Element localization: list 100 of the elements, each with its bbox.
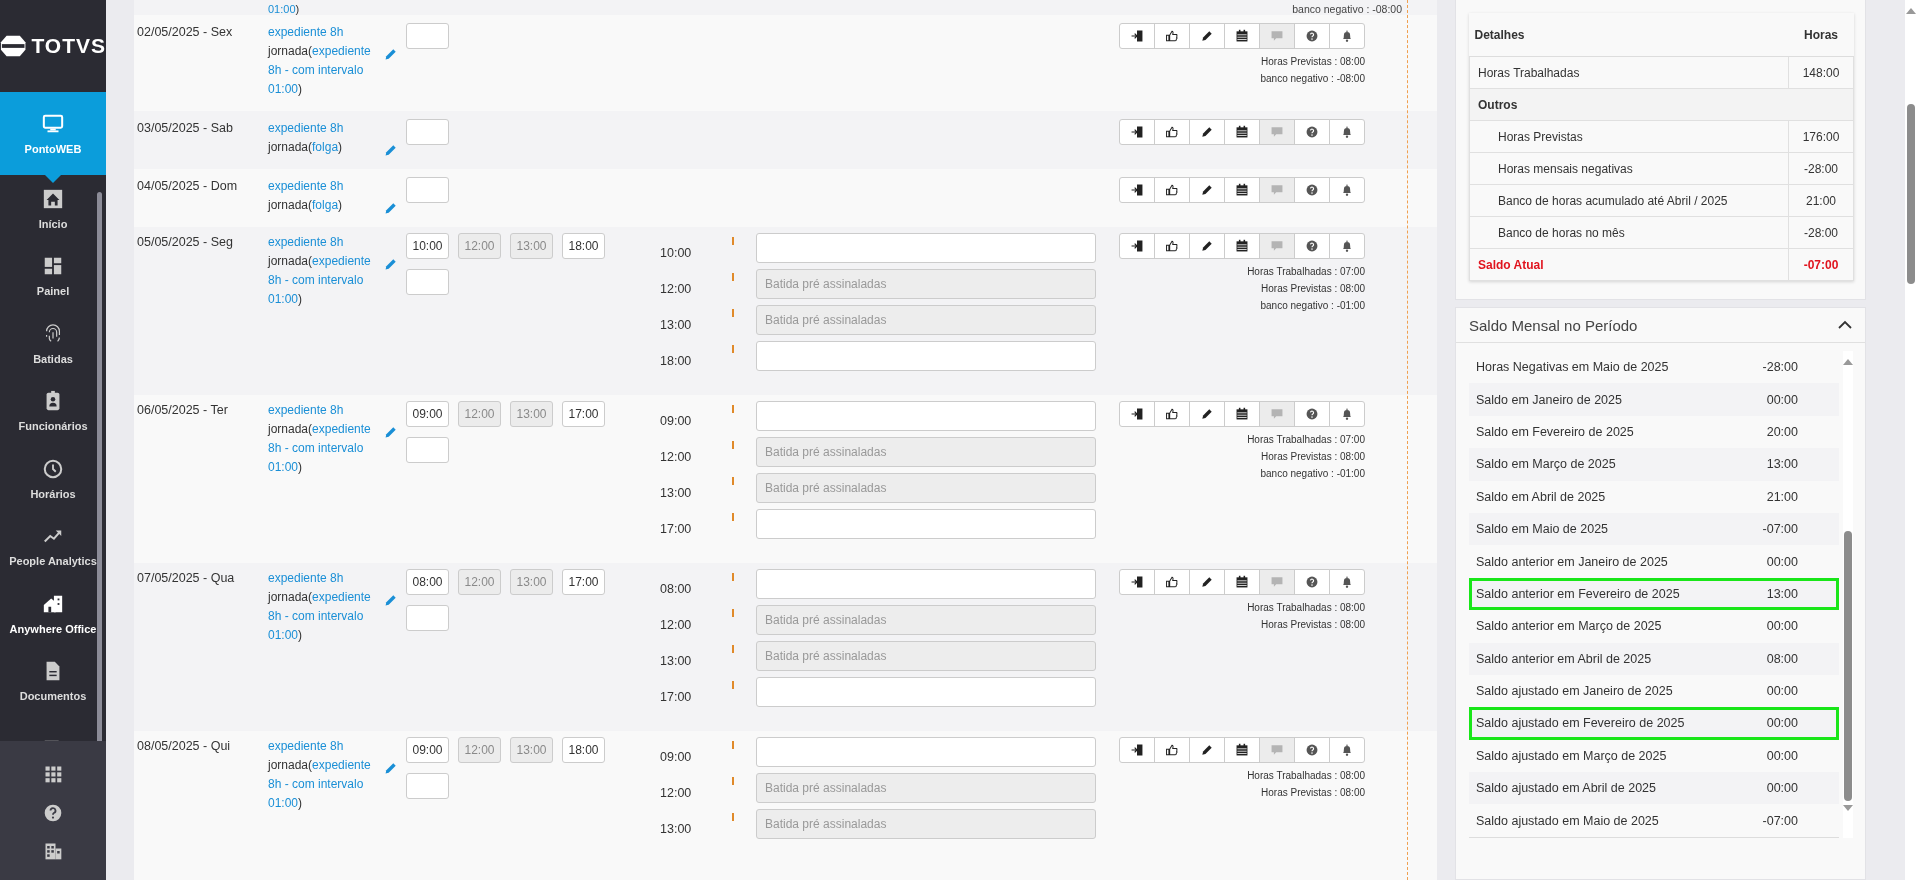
action-button[interactable]	[1189, 737, 1225, 763]
nav-item[interactable]: Painel	[0, 242, 106, 310]
time-field[interactable]	[406, 177, 449, 203]
chevron-up-icon[interactable]	[1838, 320, 1852, 330]
hours-summary: Horas Previstas : 08:00	[1261, 55, 1365, 69]
pencil-icon[interactable]	[384, 257, 398, 271]
nav-item[interactable]: People Analytics	[0, 512, 106, 580]
time-field[interactable]	[406, 437, 449, 463]
action-button[interactable]	[1294, 569, 1330, 595]
action-button[interactable]	[1154, 569, 1190, 595]
punch-field[interactable]	[756, 737, 1096, 767]
action-button[interactable]	[1154, 233, 1190, 259]
scrollbar-thumb[interactable]	[97, 192, 102, 741]
toolbar-item[interactable]	[43, 802, 63, 823]
action-button[interactable]	[1119, 177, 1155, 203]
action-button[interactable]	[1294, 737, 1330, 763]
action-button[interactable]	[1329, 177, 1365, 203]
page-scrollbar[interactable]	[1905, 0, 1917, 880]
action-button[interactable]	[1294, 233, 1330, 259]
chat-bubble-icon	[1270, 575, 1284, 589]
time-field[interactable]: 17:00	[562, 401, 605, 427]
nav-item[interactable]: Anywhere Office	[0, 580, 106, 648]
hours-summary: banco negativo : -08:00	[1260, 72, 1365, 86]
pencil-icon[interactable]	[384, 201, 398, 215]
nav-item[interactable]: Horários	[0, 445, 106, 513]
action-button[interactable]	[1294, 119, 1330, 145]
punch-field[interactable]	[756, 509, 1096, 539]
punch-time: 12:00	[659, 282, 693, 296]
thumbs-up-icon	[1165, 575, 1179, 589]
nav-item[interactable]: Início	[0, 175, 106, 243]
action-button[interactable]	[1224, 177, 1260, 203]
punch-marker-icon	[732, 777, 734, 785]
action-button[interactable]	[1154, 177, 1190, 203]
action-button[interactable]	[1224, 233, 1260, 259]
chat-bubble-icon	[1270, 407, 1284, 421]
action-button[interactable]	[1154, 23, 1190, 49]
time-field[interactable]: 08:00	[406, 569, 449, 595]
action-button[interactable]	[1119, 233, 1155, 259]
punch-field[interactable]	[756, 677, 1096, 707]
jornada-text: 01:00)	[268, 3, 300, 15]
action-button[interactable]	[1189, 569, 1225, 595]
time-field[interactable]: 18:00	[562, 233, 605, 259]
action-button[interactable]	[1329, 119, 1365, 145]
action-button[interactable]	[1329, 233, 1365, 259]
action-button[interactable]	[1189, 177, 1225, 203]
punch-marker-icon	[732, 573, 734, 581]
pencil-icon[interactable]	[384, 761, 398, 775]
time-field[interactable]: 09:00	[406, 401, 449, 427]
action-button[interactable]	[1329, 737, 1365, 763]
punch-field[interactable]	[756, 569, 1096, 599]
nav-item[interactable]: Batidas	[0, 310, 106, 378]
action-button[interactable]	[1189, 119, 1225, 145]
pencil-icon[interactable]	[384, 593, 398, 607]
action-button[interactable]	[1119, 569, 1155, 595]
action-button[interactable]	[1329, 23, 1365, 49]
punch-field[interactable]	[756, 401, 1096, 431]
pencil-icon[interactable]	[384, 425, 398, 439]
action-button[interactable]	[1154, 737, 1190, 763]
action-button[interactable]	[1119, 401, 1155, 427]
chat-bubble-icon	[1270, 29, 1284, 43]
time-field[interactable]	[406, 23, 449, 49]
punch-field[interactable]	[756, 341, 1096, 371]
time-field[interactable]: 18:00	[562, 737, 605, 763]
time-field[interactable]: 10:00	[406, 233, 449, 259]
scrollbar[interactable]	[1843, 351, 1853, 838]
time-field[interactable]: 09:00	[406, 737, 449, 763]
balance-value: 00:00	[1766, 716, 1798, 731]
action-button[interactable]	[1224, 23, 1260, 49]
action-button[interactable]	[1154, 401, 1190, 427]
action-button[interactable]	[1189, 233, 1225, 259]
time-field[interactable]	[406, 269, 449, 295]
action-button[interactable]	[1119, 737, 1155, 763]
action-button[interactable]	[1154, 119, 1190, 145]
action-button[interactable]	[1224, 401, 1260, 427]
nav-item[interactable]: Documentos	[0, 647, 106, 715]
action-button[interactable]	[1224, 569, 1260, 595]
action-button[interactable]	[1329, 569, 1365, 595]
nav-item[interactable]: Funcionários	[0, 377, 106, 445]
time-field[interactable]	[406, 773, 449, 799]
time-field[interactable]	[406, 605, 449, 631]
help-icon	[1305, 29, 1319, 43]
action-button[interactable]	[1224, 119, 1260, 145]
time-field[interactable]: 17:00	[562, 569, 605, 595]
action-button[interactable]	[1189, 401, 1225, 427]
action-button[interactable]	[1329, 401, 1365, 427]
action-button[interactable]	[1119, 119, 1155, 145]
pencil-icon[interactable]	[384, 47, 398, 61]
pencil-icon	[1200, 183, 1214, 197]
action-button[interactable]	[1189, 23, 1225, 49]
action-button[interactable]	[1224, 737, 1260, 763]
punch-field[interactable]	[756, 233, 1096, 263]
pencil-icon[interactable]	[384, 143, 398, 157]
action-button[interactable]	[1294, 401, 1330, 427]
action-button[interactable]	[1294, 177, 1330, 203]
toolbar-item[interactable]	[43, 841, 63, 862]
hours-summary: banco negativo : -01:00	[1260, 299, 1365, 313]
action-button[interactable]	[1294, 23, 1330, 49]
action-button[interactable]	[1119, 23, 1155, 49]
time-field[interactable]	[406, 119, 449, 145]
punch-marker-icon	[732, 681, 734, 689]
